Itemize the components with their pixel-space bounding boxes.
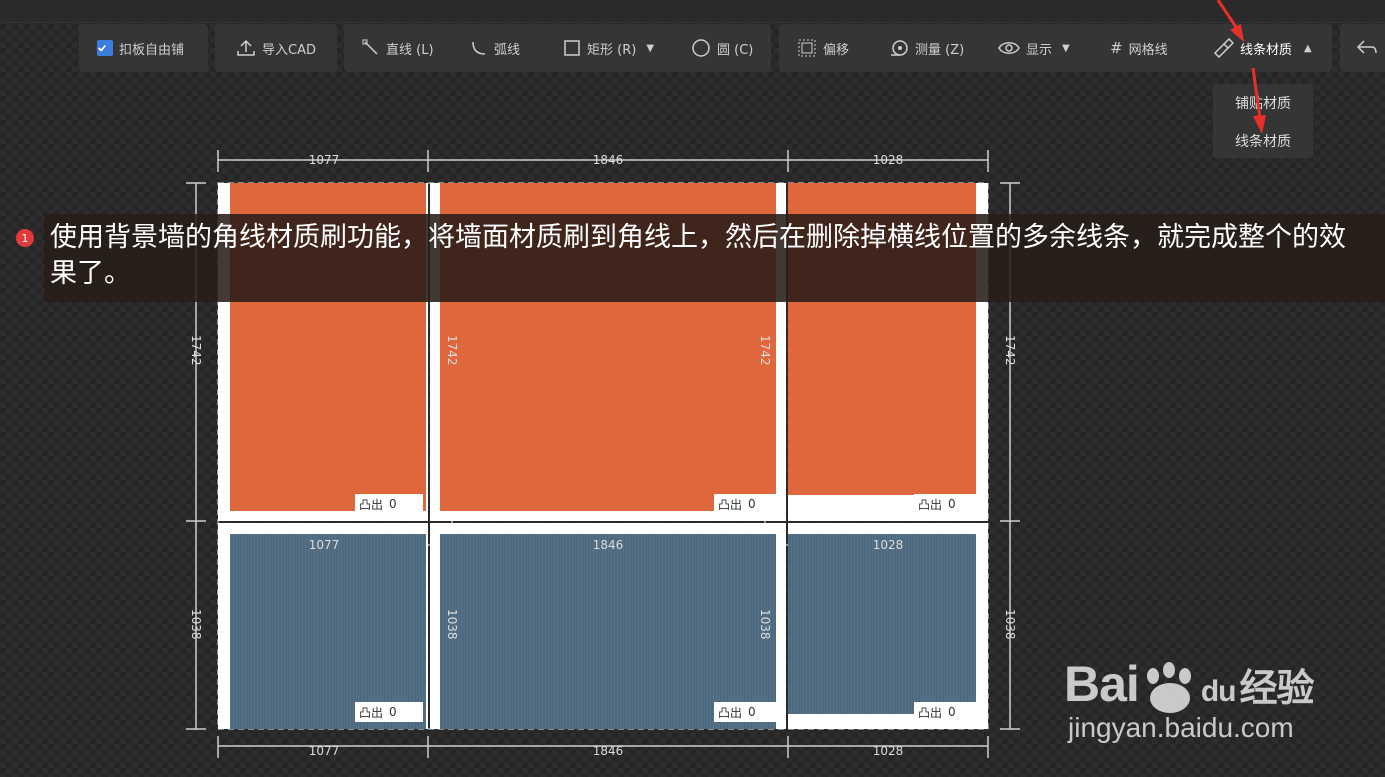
watermark-text-bai: Bai — [1064, 656, 1140, 712]
protrude-label: 凸出 — [718, 705, 743, 720]
mid-left-height-upper: 1742 — [445, 335, 459, 366]
protrude-tag[interactable]: 凸出 0 — [714, 494, 782, 514]
protrude-label: 凸出 — [918, 705, 943, 720]
protrude-tag[interactable]: 凸出 0 — [914, 494, 982, 514]
protrude-value: 0 — [948, 705, 956, 719]
mid-right-height-upper: 1742 — [758, 335, 772, 366]
bottom-dim-2: 1846 — [592, 744, 624, 758]
bottom-dim-1: 1077 — [308, 744, 340, 758]
top-dim-3: 1028 — [872, 153, 904, 167]
protrude-value: 0 — [389, 497, 397, 511]
panel-bottom-mid[interactable] — [440, 534, 776, 729]
protrude-tag[interactable]: 凸出 0 — [355, 494, 423, 514]
watermark-text-jingyan: 经验 — [1239, 668, 1314, 710]
right-height-lower: 1038 — [1003, 609, 1017, 640]
protrude-tag[interactable]: 凸出 0 — [914, 702, 982, 722]
step-badge: 1 — [16, 229, 34, 247]
protrude-label: 凸出 — [359, 497, 384, 512]
mid-right-height-lower: 1038 — [758, 609, 772, 640]
protrude-value: 0 — [948, 497, 956, 511]
mid-dim-3: 1028 — [872, 538, 904, 552]
protrude-label: 凸出 — [918, 497, 943, 512]
paw-icon — [1146, 661, 1191, 713]
baidu-watermark-url: jingyan.baidu.com — [1068, 712, 1294, 743]
protrude-label: 凸出 — [359, 705, 384, 720]
caption-text: 使用背景墙的角线材质刷功能，将墙面材质刷到角线上，然后在删除掉横线位置的多余线条… — [50, 222, 1346, 289]
top-dim-2: 1846 — [592, 153, 624, 167]
baidu-watermark-logo: Bai du 经验 — [1064, 655, 1314, 714]
protrude-value: 0 — [748, 497, 756, 511]
panel-bottom-left[interactable] — [230, 534, 426, 729]
right-height-upper: 1742 — [1003, 335, 1017, 366]
left-height-lower: 1038 — [189, 609, 203, 640]
mid-dim-1: 1077 — [308, 538, 340, 552]
watermark-text-du: du — [1200, 675, 1237, 708]
protrude-value: 0 — [389, 705, 397, 719]
protrude-tag[interactable]: 凸出 0 — [714, 702, 782, 722]
panel-bottom-right[interactable] — [788, 534, 976, 714]
bottom-dim-3: 1028 — [872, 744, 904, 758]
protrude-value: 0 — [748, 705, 756, 719]
protrude-tag[interactable]: 凸出 0 — [355, 702, 423, 722]
mid-left-height-lower: 1038 — [445, 609, 459, 640]
mid-dim-2: 1846 — [592, 538, 624, 552]
left-height-upper: 1742 — [189, 335, 203, 366]
protrude-label: 凸出 — [718, 497, 743, 512]
top-dim-1: 1077 — [308, 153, 340, 167]
